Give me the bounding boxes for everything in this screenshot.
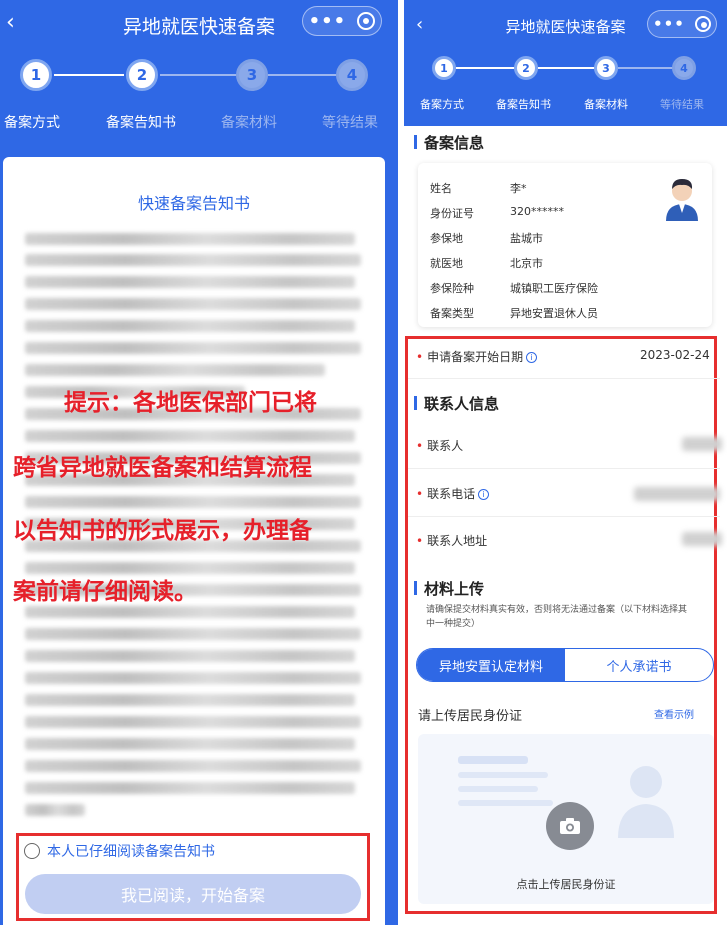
id-card-placeholder [458,756,528,764]
info-key: 备案类型 [430,307,474,320]
notice-title: 快速备案告知书 [137,194,250,213]
info-key: 姓名 [430,182,452,195]
tab-personal-commitment[interactable]: 个人承诺书 [565,649,713,681]
notice-overlay-line-3: 以告知书的形式展示，办理备 [13,517,312,544]
info-value: 李* [510,182,527,195]
step-2-circle: 2 [126,59,158,91]
info-key: 身份证号 [430,207,474,220]
step-2-label: 备案告知书 [106,115,176,131]
contact-section-title: 联系人信息 [413,395,500,413]
info-icon[interactable]: i [526,352,538,363]
start-date-value[interactable]: 2023-02-24 [640,348,710,362]
view-example-link[interactable]: 查看示例 [654,706,694,721]
material-section-title: 材料上传 [413,580,485,598]
step-1-circle: 1 [432,56,456,80]
info-key: 参保地 [430,232,463,245]
step-4-circle: 4 [336,59,368,91]
material-note-1: 请确保提交材料真实有效，否则将无法通过备案（以下材料选择其 [426,605,688,615]
close-target-icon[interactable] [357,12,376,30]
header: ‹ 异地就医快速备案 ••• 1 2 3 4 备案方式 备案告知书 备案材料 等… [404,0,727,126]
tab-relocation-material[interactable]: 异地安置认定材料 [417,649,565,681]
step-2-circle: 2 [514,56,538,80]
user-avatar-icon [666,179,698,221]
divider [408,468,720,469]
step-3-label: 备案材料 [221,115,277,131]
notice-overlay-line-4: 案前请仔细阅读。 [13,578,197,605]
step-2-label: 备案告知书 [496,98,551,111]
left-screen: ‹ 异地就医快速备案 ••• 1 2 3 4 备案方式 备案告知书 备案材料 等… [0,0,398,925]
step-3-circle: 3 [594,56,618,80]
camera-icon[interactable] [546,802,594,850]
upload-label: 请上传居民身份证 [418,709,523,724]
mini-program-capsule[interactable]: ••• [647,10,717,38]
upload-hint: 点击上传居民身份证 [516,878,616,891]
person-silhouette-icon [618,766,674,838]
step-4-label: 等待结果 [322,115,378,131]
contact-address-value[interactable] [682,532,722,546]
agree-radio[interactable] [24,843,40,859]
divider [408,516,720,517]
mini-program-capsule[interactable]: ••• [302,6,382,36]
notice-overlay-line-2: 跨省异地就医备案和结算流程 [13,454,312,481]
upload-area[interactable]: 点击上传居民身份证 [418,734,714,904]
material-tabs: 异地安置认定材料 个人承诺书 [416,648,714,682]
contact-name-value[interactable] [682,437,722,451]
more-icon[interactable]: ••• [309,11,347,32]
start-filing-button[interactable]: 我已阅读，开始备案 [25,874,361,914]
step-connector [268,74,336,76]
info-value: 盐城市 [510,232,543,245]
info-card: 姓名 李* 身份证号 320****** 参保地 盐城市 就医地 北京市 参保险… [418,163,712,327]
step-1-circle: 1 [20,59,52,91]
step-3-circle: 3 [236,59,268,91]
step-4-circle: 4 [672,56,696,80]
close-target-icon[interactable] [694,16,711,32]
info-value: 320****** [510,205,564,218]
step-1-label: 备案方式 [420,98,464,111]
agree-label[interactable]: 本人已仔细阅读备案告知书 [47,841,215,861]
more-icon[interactable]: ••• [653,15,685,33]
info-section-title: 备案信息 [413,134,485,152]
step-3-label: 备案材料 [584,98,628,111]
info-key: 就医地 [430,257,463,270]
start-date-label: 申请备案开始日期 [427,350,524,364]
info-value: 北京市 [510,257,543,270]
divider [408,378,720,379]
info-value: 城镇职工医疗保险 [510,282,598,295]
step-connector [456,67,522,69]
step-connector [538,67,602,69]
material-note-2: 中一种提交） [426,619,481,629]
info-icon[interactable]: i [478,489,490,500]
step-connector [54,74,124,76]
step-1-label: 备案方式 [4,115,60,131]
right-screen: ‹ 异地就医快速备案 ••• 1 2 3 4 备案方式 备案告知书 备案材料 等… [404,0,727,925]
info-key: 参保险种 [430,282,474,295]
info-value: 异地安置退休人员 [510,307,598,320]
contact-phone-value[interactable] [634,487,720,501]
step-4-label: 等待结果 [660,98,704,111]
step-connector [160,74,236,76]
notice-overlay-line-1: 提示：各地医保部门已将 [64,389,317,416]
